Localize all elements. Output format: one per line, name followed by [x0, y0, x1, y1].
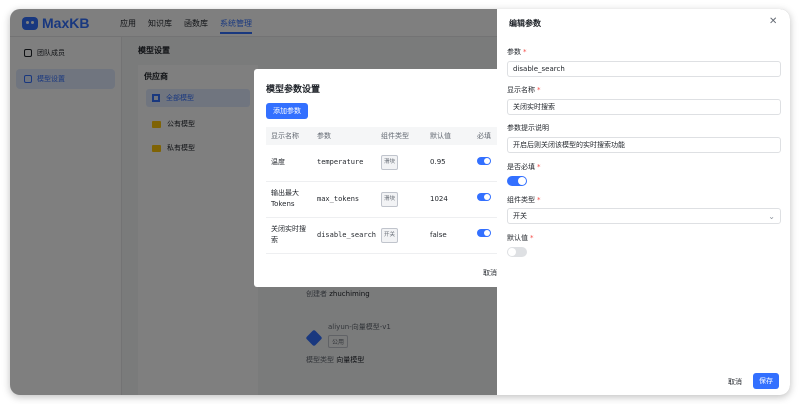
display-name-label: 显示名称 *: [507, 85, 541, 95]
close-icon[interactable]: ✕: [769, 16, 777, 27]
col-default: 默认值: [425, 127, 473, 145]
dialog-cancel-button[interactable]: 取消: [483, 268, 497, 278]
row-component-cell: 滑块: [376, 181, 426, 218]
required-toggle[interactable]: [477, 193, 492, 201]
component-tag: 滑块: [381, 155, 399, 171]
param-label: 参数 *: [507, 47, 527, 57]
default-value-switch[interactable]: [507, 247, 527, 257]
component-tag: 滑块: [381, 191, 399, 207]
drawer-title: 编辑参数: [509, 19, 541, 28]
component-type-value: 开关: [513, 212, 527, 220]
row-name: 输出最大Tokens: [266, 181, 312, 218]
row-param: temperature: [312, 145, 377, 182]
required-toggle[interactable]: [477, 156, 492, 165]
row-param: max_tokens: [312, 181, 377, 218]
required-toggle[interactable]: [477, 229, 492, 237]
row-default: 1024: [425, 181, 473, 218]
row-name: 关闭实时搜索: [266, 217, 312, 254]
default-value-label: 默认值 *: [507, 233, 534, 243]
table-row[interactable]: 输出最大Tokens max_tokens 滑块 1024: [266, 181, 506, 218]
param-table: 显示名称 参数 组件类型 默认值 必填 温度 temperature 滑块 0.…: [266, 127, 506, 254]
row-component-cell: 开关: [376, 217, 426, 254]
display-name-label-text: 显示名称: [507, 86, 535, 94]
required-mark: *: [537, 196, 541, 204]
component-tag: 开关: [381, 227, 399, 243]
required-mark: *: [523, 48, 527, 56]
default-value-label-text: 默认值: [507, 234, 528, 242]
required-mark: *: [537, 163, 541, 171]
required-label-text: 是否必填: [507, 163, 535, 171]
display-name-input[interactable]: [507, 99, 781, 115]
row-component-cell: 滑块: [376, 145, 426, 182]
component-type-label: 组件类型 *: [507, 195, 541, 205]
row-name: 温度: [266, 145, 312, 182]
add-param-button[interactable]: 添加参数: [266, 103, 308, 119]
row-default: 0.95: [425, 145, 473, 182]
component-type-label-text: 组件类型: [507, 196, 535, 204]
required-mark: *: [537, 86, 541, 94]
table-header: 显示名称 参数 组件类型 默认值 必填: [266, 127, 506, 145]
tip-input[interactable]: [507, 137, 781, 153]
col-display-name: 显示名称: [266, 127, 312, 145]
col-component: 组件类型: [376, 127, 426, 145]
switch-knob: [518, 177, 526, 185]
component-type-select[interactable]: 开关 ⌄: [507, 208, 781, 224]
table-row[interactable]: 温度 temperature 滑块 0.95: [266, 145, 506, 182]
chevron-down-icon: ⌄: [768, 211, 775, 221]
table-row[interactable]: 关闭实时搜索 disable_search 开关 false: [266, 217, 506, 254]
required-label: 是否必填 *: [507, 162, 541, 172]
param-label-text: 参数: [507, 48, 521, 56]
tip-label: 参数提示说明: [507, 124, 549, 132]
required-mark: *: [530, 234, 534, 242]
cancel-button[interactable]: 取消: [723, 374, 747, 389]
param-input[interactable]: [507, 61, 781, 77]
row-param: disable_search: [312, 217, 377, 254]
switch-knob: [508, 248, 516, 256]
save-button[interactable]: 保存: [753, 373, 779, 389]
row-default: false: [425, 217, 473, 254]
dialog-title: 模型参数设置: [266, 85, 321, 95]
app-window: MaxKB 应用 知识库 函数库 系统管理 团队成员 模型设置 模型设置 供应商…: [10, 9, 790, 395]
edit-param-drawer: 编辑参数 ✕ 参数* 显示名称* 参数提示说明 是否必填* 组件类型* 开关 ⌄…: [497, 9, 790, 395]
col-param: 参数: [312, 127, 377, 145]
required-switch[interactable]: [507, 176, 527, 186]
